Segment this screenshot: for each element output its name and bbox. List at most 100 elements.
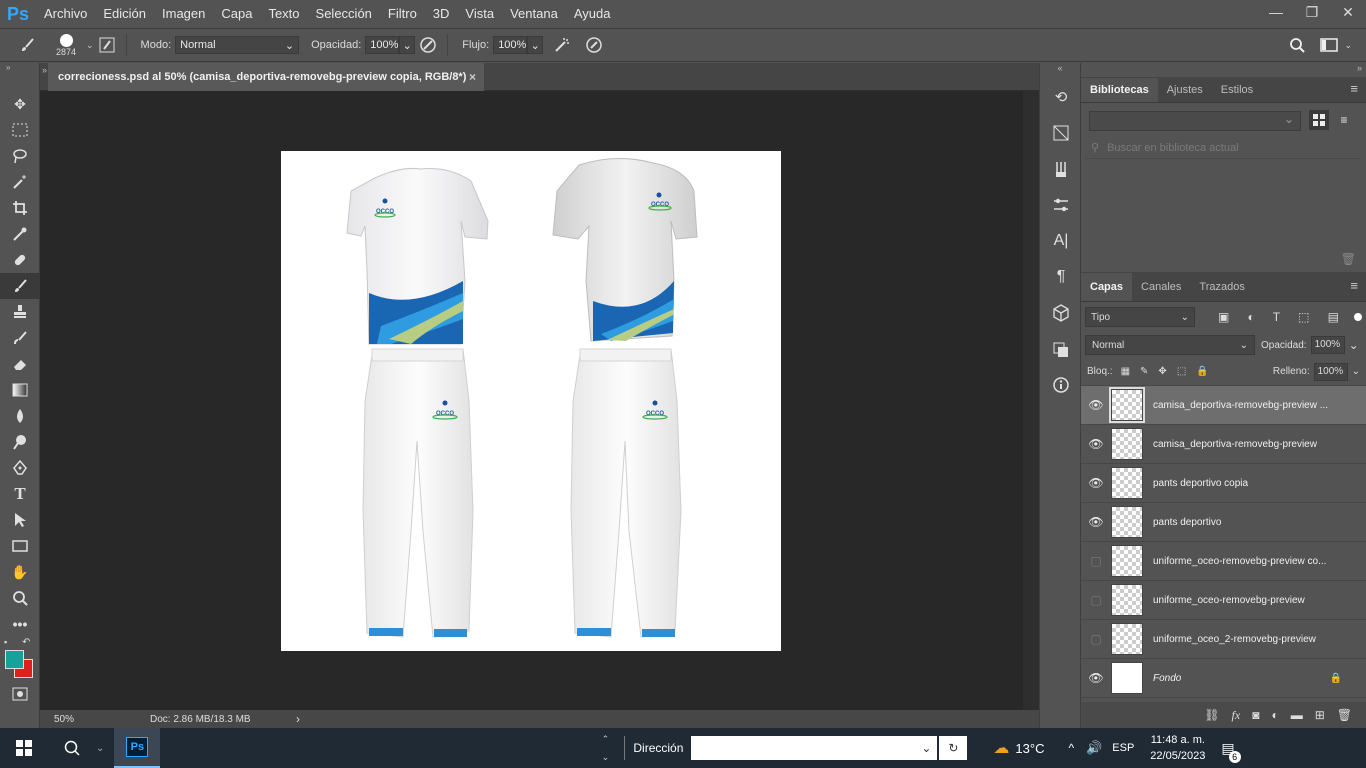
chevron-down-icon[interactable]: ⌄ [86, 40, 94, 51]
rectangle-tool-icon[interactable] [0, 533, 40, 559]
healing-brush-icon[interactable] [0, 247, 40, 273]
flow-dropdown[interactable]: ⌄ [527, 36, 544, 54]
default-colors-icon[interactable]: ▪ [4, 637, 7, 647]
lock-pixels-icon[interactable]: ✎ [1140, 366, 1148, 377]
tab-canales[interactable]: Canales [1132, 273, 1190, 301]
visibility-eye-icon[interactable]: 👁 [1081, 671, 1111, 685]
paragraph-panel-icon[interactable]: ¶ [1040, 259, 1082, 295]
properties-panel-icon[interactable] [1040, 115, 1082, 151]
library-select[interactable]: ⌄ [1089, 111, 1301, 131]
filter-adjustment-icon[interactable]: ◐ [1247, 310, 1254, 324]
visibility-toggle[interactable]: ▢ [1081, 554, 1111, 568]
layer-opacity-input[interactable]: 100% [1310, 336, 1345, 354]
tab-capas[interactable]: Capas [1081, 273, 1133, 301]
move-tool-icon[interactable]: ✥ [0, 91, 40, 117]
restore-button[interactable]: ❐ [1294, 0, 1330, 24]
collapse-icon[interactable]: « [1040, 63, 1080, 79]
mode-select[interactable]: Normal ⌄ [175, 36, 300, 54]
menu-3d[interactable]: 3D [425, 0, 458, 28]
filter-pixel-icon[interactable]: ▣ [1218, 310, 1229, 324]
layer-filter-select[interactable]: Tipo ⌄ [1085, 307, 1195, 327]
search-icon[interactable] [48, 728, 96, 768]
document-tab[interactable]: correcioness.psd al 50% (camisa_deportiv… [48, 63, 484, 91]
speaker-icon[interactable]: 🔊 [1086, 740, 1102, 756]
zoom-level[interactable]: 50% [40, 714, 130, 725]
tab-estilos[interactable]: Estilos [1212, 78, 1262, 102]
pressure-opacity-icon[interactable] [415, 32, 441, 58]
path-selection-icon[interactable] [0, 507, 40, 533]
layer-row[interactable]: 👁 Fondo 🔒 [1081, 659, 1366, 698]
lock-transparent-icon[interactable]: ▦ [1121, 366, 1130, 377]
blur-tool-icon[interactable] [0, 403, 40, 429]
chevron-down-icon[interactable]: ⌄ [1349, 338, 1359, 352]
trash-icon[interactable]: 🗑 [1341, 252, 1356, 266]
collapse-icon[interactable]: » [0, 63, 39, 77]
dodge-tool-icon[interactable] [0, 429, 40, 455]
workspace-icon[interactable] [1316, 32, 1342, 58]
chevron-down-icon[interactable]: ⌄ [1344, 40, 1352, 51]
grid-view-icon[interactable] [1309, 110, 1329, 130]
menu-seleccion[interactable]: Selección [308, 0, 380, 28]
close-button[interactable]: ✕ [1330, 0, 1366, 24]
weather-widget[interactable]: ☁ 13°C [993, 738, 1044, 758]
lock-position-icon[interactable]: ✥ [1158, 366, 1166, 377]
brush-preset-picker[interactable]: 2874 [46, 30, 86, 60]
photoshop-logo[interactable]: Ps [0, 0, 36, 28]
menu-ventana[interactable]: Ventana [502, 0, 566, 28]
opacity-input[interactable]: 100% [365, 36, 400, 54]
panel-menu-icon[interactable]: ≡ [1350, 278, 1358, 293]
notification-center-icon[interactable]: ▤ 6 [1221, 740, 1241, 763]
chevron-up-icon[interactable]: ^ [1068, 741, 1074, 755]
toolbar-scroll[interactable]: ⌃ ⌄ [598, 728, 612, 768]
document-canvas[interactable]: OCCO OCCO OCCO OCCO [281, 151, 781, 651]
clock[interactable]: 11:48 a. m. 22/05/2023 [1150, 732, 1205, 764]
brush-tool-icon[interactable] [14, 32, 40, 58]
lock-all-icon[interactable]: 🔒 [1196, 366, 1208, 377]
3d-panel-icon[interactable] [1040, 295, 1082, 331]
history-panel-icon[interactable]: ⟲ [1040, 79, 1082, 115]
adjustments-sliders-icon[interactable] [1040, 187, 1082, 223]
tab-ajustes[interactable]: Ajustes [1158, 78, 1212, 102]
chevron-down-icon[interactable]: ⌄ [96, 743, 104, 754]
history-brush-icon[interactable] [0, 325, 40, 351]
filter-type-icon[interactable]: T [1273, 310, 1280, 324]
add-mask-icon[interactable]: ◙ [1252, 708, 1259, 722]
layer-row[interactable]: 👁 pants deportivo [1081, 503, 1366, 542]
marquee-tool-icon[interactable] [0, 117, 40, 143]
menu-texto[interactable]: Texto [260, 0, 307, 28]
pen-tool-icon[interactable] [0, 455, 40, 481]
photoshop-taskbar-button[interactable]: Ps [114, 728, 161, 768]
foreground-color-swatch[interactable] [5, 650, 24, 669]
tab-bibliotecas[interactable]: Bibliotecas [1081, 78, 1158, 102]
status-menu-arrow[interactable]: › [296, 712, 300, 726]
group-folder-icon[interactable]: ▬ [1291, 708, 1303, 722]
menu-vista[interactable]: Vista [457, 0, 502, 28]
brush-tool-icon[interactable] [0, 273, 40, 299]
crop-tool-icon[interactable] [0, 195, 40, 221]
visibility-eye-icon[interactable]: 👁 [1081, 515, 1111, 529]
hand-tool-icon[interactable]: ✋ [0, 559, 40, 585]
address-input[interactable]: ⌄ [691, 736, 938, 760]
menu-capa[interactable]: Capa [213, 0, 260, 28]
lasso-tool-icon[interactable] [0, 143, 40, 169]
eyedropper-icon[interactable] [0, 221, 40, 247]
visibility-toggle[interactable]: ▢ [1081, 632, 1111, 646]
magic-wand-icon[interactable] [0, 169, 40, 195]
minimize-button[interactable]: — [1258, 0, 1294, 24]
visibility-toggle[interactable]: ▢ [1081, 593, 1111, 607]
fx-icon[interactable]: fx [1232, 708, 1241, 723]
clone-stamp-icon[interactable] [0, 299, 40, 325]
search-icon[interactable] [1284, 32, 1310, 58]
lock-artboard-icon[interactable]: ⬚ [1177, 366, 1186, 377]
filter-smart-object-icon[interactable]: ▤ [1328, 310, 1339, 324]
vertical-scrollbar[interactable] [1023, 91, 1039, 710]
zoom-tool-icon[interactable] [0, 585, 40, 611]
airbrush-icon[interactable] [549, 32, 575, 58]
flow-input[interactable]: 100% [493, 36, 528, 54]
menu-archivo[interactable]: Archivo [36, 0, 95, 28]
filter-shape-icon[interactable]: ⬚ [1298, 310, 1309, 324]
blend-mode-select[interactable]: Normal ⌄ [1085, 335, 1255, 355]
layer-row[interactable]: 👁 pants deportivo copia [1081, 464, 1366, 503]
collapse-icon[interactable]: » [1081, 63, 1366, 77]
windows-start-icon[interactable] [0, 728, 48, 768]
